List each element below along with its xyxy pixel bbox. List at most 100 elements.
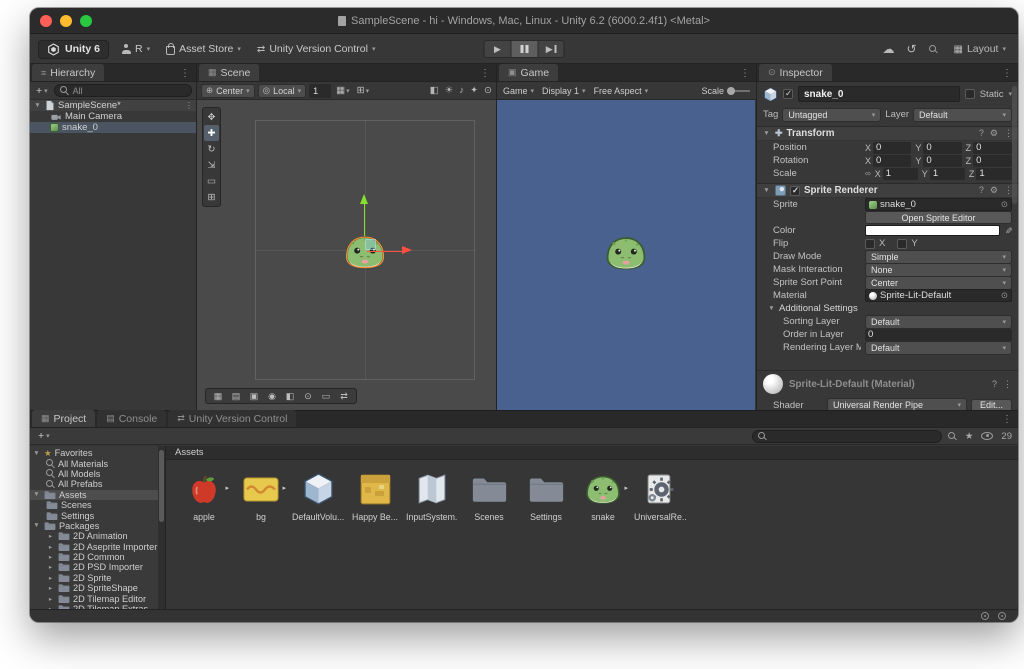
expand-icon[interactable]: ▸ (624, 484, 628, 492)
scene-viewport[interactable]: ✥ ✚ ↻ ⇲ ▭ ⊞ ▦ ▤ ▣ ◉ ◧ ⊙ ▭ ⇄ (197, 100, 495, 410)
help-icon[interactable]: ? (979, 185, 984, 196)
project-search-input[interactable] (751, 429, 942, 443)
cloud-icon[interactable]: ☁ (882, 42, 894, 56)
grid-visibility-icon[interactable]: ▦ (209, 391, 227, 402)
mask-interaction-dropdown[interactable]: None ▾ (865, 262, 1012, 277)
flip-x-checkbox[interactable] (865, 238, 875, 249)
material-preview-header[interactable]: Sprite-Lit-Default (Material) ? ⋮ (757, 371, 1018, 397)
handle-space-dropdown[interactable]: ◎ Local ▾ (257, 83, 307, 98)
gizmo-plane-handle[interactable] (365, 239, 376, 250)
open-sprite-editor-button[interactable]: Open Sprite Editor (865, 211, 1012, 224)
tab-hierarchy[interactable]: ≡ Hierarchy (32, 64, 105, 81)
more-icon[interactable]: ⋮ (1003, 379, 1012, 390)
material-object-field[interactable]: Sprite-Lit-Default ⊙ (865, 289, 1012, 302)
foldout-icon[interactable]: ▼ (32, 522, 41, 529)
layout-dropdown[interactable]: ▦ Layout ▾ (950, 41, 1011, 57)
tree-scrollbar[interactable] (158, 446, 165, 609)
history-icon[interactable]: ↺ (906, 42, 916, 56)
constrain-proportions-icon[interactable]: ∞ (865, 169, 871, 178)
position-y-field[interactable]: 0 (923, 141, 962, 154)
tab-version-control[interactable]: ⇄ Unity Version Control (168, 410, 297, 427)
grid-opacity-icon[interactable]: ▣ (245, 391, 263, 402)
foldout-icon[interactable]: ▸ (46, 574, 55, 582)
game-mode-dropdown[interactable]: Game ▾ (503, 86, 534, 96)
hidden-packages-icon[interactable] (981, 432, 994, 440)
draw-mode-dropdown[interactable]: Simple ▾ (865, 249, 1012, 264)
scale-tool-button[interactable]: ⇲ (204, 157, 219, 173)
expand-icon[interactable]: ▸ (282, 484, 286, 492)
draw-mode-icon[interactable]: ◧ (281, 391, 299, 402)
active-checkbox[interactable] (783, 88, 793, 99)
lighting-toggle-icon[interactable]: ☀ (445, 85, 454, 96)
scene-row[interactable]: ▼ SampleScene* ⋮ (30, 100, 196, 111)
account-button[interactable]: R ▾ (117, 41, 154, 57)
order-in-layer-field[interactable]: 0 (865, 328, 1012, 341)
sort-point-dropdown[interactable]: Center ▾ (865, 275, 1012, 290)
additional-settings-foldout[interactable]: ▼ Additional Settings (757, 302, 1018, 315)
package-row[interactable]: ▸ 2D Tilemap Editor (30, 593, 165, 604)
object-picker-icon[interactable]: ⊙ (1001, 290, 1008, 301)
pause-button[interactable] (510, 40, 538, 58)
sprite-object-field[interactable]: snake_0 ⊙ (865, 198, 1012, 211)
gizmo-x-axis[interactable] (367, 250, 403, 253)
asset-happy-bee[interactable]: Happy Be... (349, 469, 401, 522)
object-picker-icon[interactable]: ⊙ (1001, 199, 1008, 210)
scene-options-icon[interactable]: ⋮ (185, 101, 193, 110)
assets-folder-row[interactable]: ▼ Assets (30, 489, 165, 500)
scale-x-field[interactable]: 1 (882, 167, 918, 180)
move-tool-button[interactable]: ✚ (204, 125, 219, 141)
frame-icon[interactable]: ▭ (317, 391, 335, 402)
panel-menu-icon[interactable]: ⋮ (996, 414, 1018, 427)
snap-increment-button[interactable]: ⊞ ▾ (355, 85, 371, 96)
view-tool-button[interactable]: ✥ (204, 109, 219, 125)
foldout-icon[interactable]: ▸ (46, 563, 55, 571)
close-button[interactable] (40, 14, 52, 27)
asset-default-volume[interactable]: DefaultVolu... (292, 469, 344, 522)
package-row[interactable]: ▸ 2D PSD Importer (30, 562, 165, 572)
help-icon[interactable]: ? (992, 379, 997, 390)
tab-game[interactable]: ▣ Game (499, 64, 559, 81)
version-control-button[interactable]: ⇄ Unity Version Control ▾ (253, 41, 380, 57)
grid-axis-icon[interactable]: ▤ (227, 391, 245, 402)
aspect-dropdown[interactable]: Free Aspect ▾ (594, 86, 649, 96)
foldout-icon[interactable]: ▼ (762, 187, 771, 194)
panel-menu-icon[interactable]: ⋮ (174, 68, 196, 81)
favorite-search-icon[interactable]: ★ (965, 431, 974, 442)
favorite-all-materials[interactable]: All Materials (30, 458, 165, 469)
snake-sprite-scene[interactable] (343, 194, 412, 270)
scale-slider[interactable]: Scale (701, 86, 750, 96)
step-button[interactable]: ▶ (537, 40, 565, 58)
scale-z-field[interactable]: 1 (976, 167, 1012, 180)
package-row[interactable]: ▸ 2D SpriteShape (30, 583, 165, 593)
zoom-icon[interactable]: ⊙ (299, 391, 317, 402)
foldout-icon[interactable]: ▼ (32, 491, 41, 498)
scrollbar-thumb[interactable] (159, 450, 164, 522)
foldout-icon[interactable]: ▸ (46, 584, 55, 592)
asset-input-system[interactable]: InputSystem... (406, 469, 458, 522)
visibility-toggle-icon[interactable]: ⊙ (484, 85, 492, 96)
asset-store-button[interactable]: Asset Store ▾ (162, 41, 245, 57)
search-filter-icon[interactable] (947, 431, 957, 441)
sorting-layer-dropdown[interactable]: Default ▾ (865, 314, 1012, 329)
foldout-icon[interactable]: ▸ (46, 553, 55, 561)
panel-menu-icon[interactable]: ⋮ (996, 68, 1018, 81)
gizmo-y-axis[interactable] (363, 200, 366, 236)
favorite-all-prefabs[interactable]: All Prefabs (30, 479, 165, 489)
transform-tool-button[interactable]: ⊞ (204, 189, 219, 205)
search-icon[interactable] (928, 44, 938, 54)
preset-icon[interactable]: ⚙ (990, 185, 998, 196)
asset-bg[interactable]: ▸ bg (235, 469, 287, 522)
asset-scenes-folder[interactable]: Scenes (463, 469, 515, 522)
panel-menu-icon[interactable]: ⋮ (734, 68, 756, 81)
hierarchy-item-snake[interactable]: snake_0 (30, 122, 196, 133)
grid-size-field[interactable]: 1 (309, 83, 332, 98)
panel-menu-icon[interactable]: ⋮ (474, 68, 496, 81)
rect-tool-button[interactable]: ▭ (204, 173, 219, 189)
scale-slider-track[interactable] (727, 86, 750, 95)
rotation-y-field[interactable]: 0 (923, 154, 962, 167)
foldout-icon[interactable]: ▼ (32, 450, 41, 457)
position-z-field[interactable]: 0 (973, 141, 1012, 154)
preset-icon[interactable]: ⚙ (990, 128, 998, 139)
minimize-button[interactable] (60, 14, 72, 27)
rendering-layer-dropdown[interactable]: Default ▾ (865, 340, 1012, 355)
